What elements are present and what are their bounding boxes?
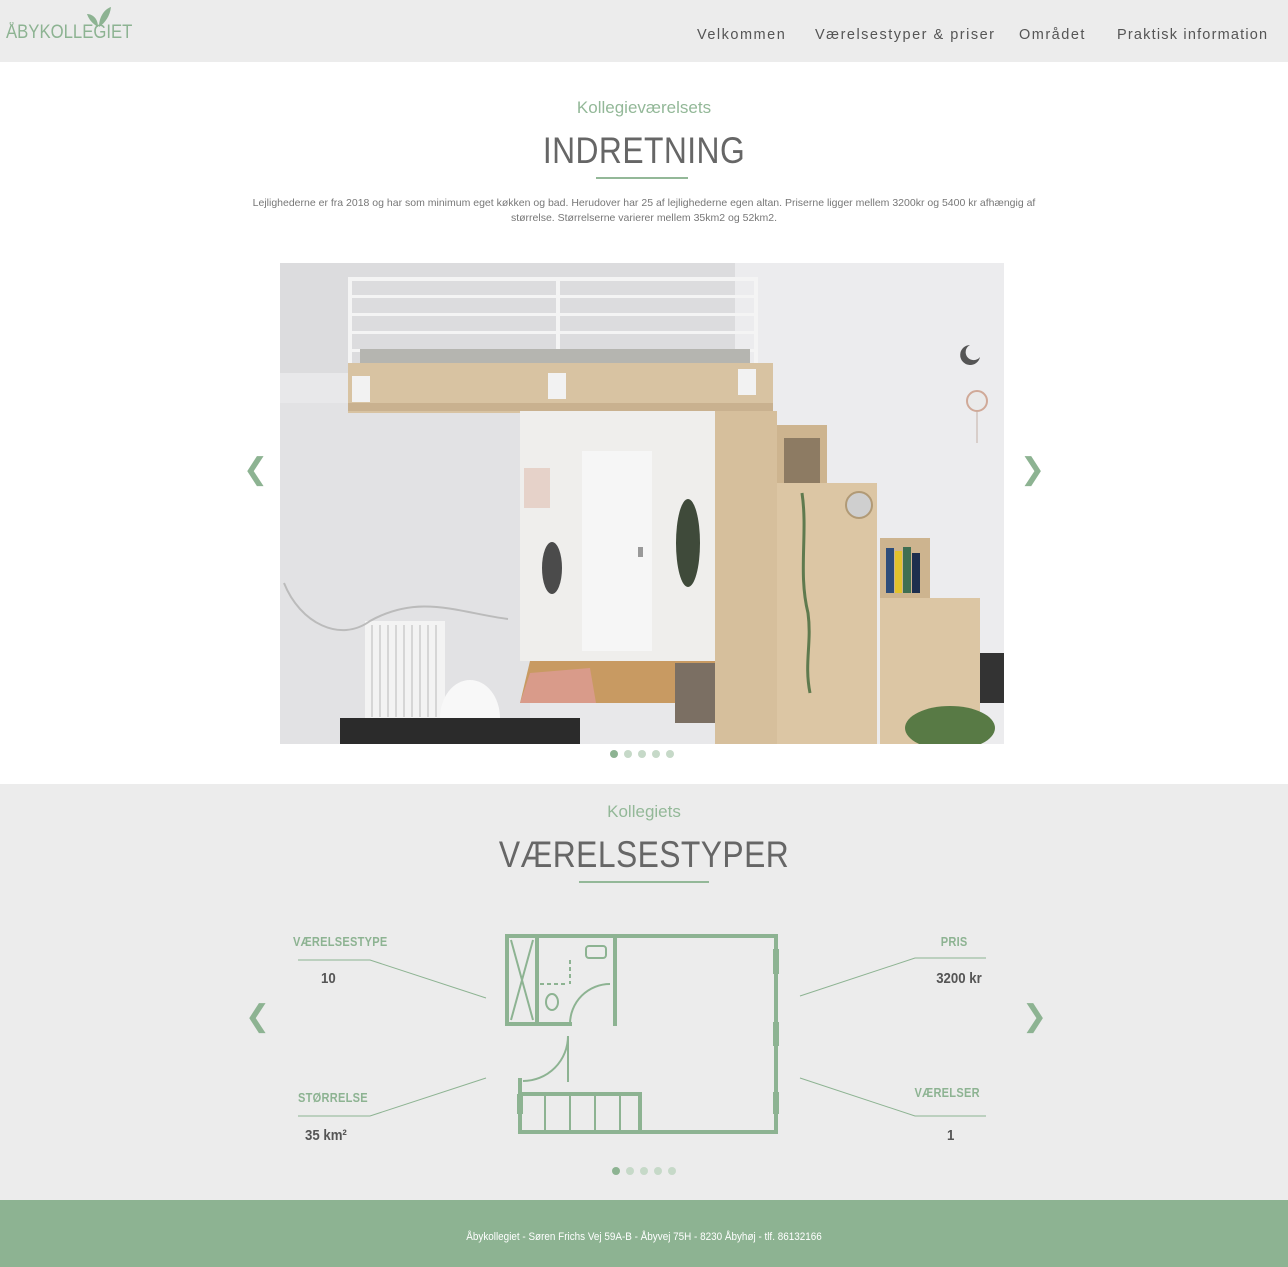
site-footer: Åbykollegiet - Søren Frichs Vej 59A-B - … bbox=[0, 1200, 1288, 1267]
logo[interactable]: ÅBYKOLLEGIET bbox=[6, 4, 132, 48]
size-label: STØRRELSE bbox=[298, 1090, 368, 1105]
room-type-label: VÆRELSESTYPE bbox=[293, 934, 388, 949]
carousel-dots bbox=[610, 750, 674, 758]
roomtype-dot-1[interactable] bbox=[612, 1167, 620, 1175]
rooms-label: VÆRELSER bbox=[914, 1085, 980, 1100]
carousel-dot-3[interactable] bbox=[638, 750, 646, 758]
room-types-section: Kollegiets VÆRELSESTYPER ❮ ❯ VÆRELSESTYP… bbox=[0, 784, 1288, 1200]
footer-contact: Åbykollegiet - Søren Frichs Vej 59A-B - … bbox=[466, 1231, 822, 1243]
price-value: 3200 kr bbox=[936, 970, 982, 987]
carousel-dot-2[interactable] bbox=[624, 750, 632, 758]
interior-title: INDRETNING bbox=[542, 130, 746, 171]
logo-text: ÅBYKOLLEGIET bbox=[6, 22, 133, 43]
roomtype-prev-arrow[interactable]: ❮ bbox=[245, 1002, 270, 1032]
roomtype-dot-5[interactable] bbox=[668, 1167, 676, 1175]
interior-subtitle: Kollegieværelsets bbox=[576, 98, 712, 117]
nav-vaerelsestyper[interactable]: Værelsestyper & priser bbox=[815, 27, 995, 43]
price-label: PRIS bbox=[941, 934, 968, 949]
site-header: ÅBYKOLLEGIET Velkommen Værelsestyper & p… bbox=[0, 0, 1288, 62]
room-photo bbox=[280, 263, 1004, 744]
carousel-prev-arrow[interactable]: ❮ bbox=[243, 455, 268, 485]
floor-plan bbox=[298, 934, 986, 1134]
carousel-dot-5[interactable] bbox=[666, 750, 674, 758]
carousel-dot-4[interactable] bbox=[652, 750, 660, 758]
interior-description: Lejlighederne er fra 2018 og har som min… bbox=[252, 197, 1036, 224]
title-divider bbox=[596, 177, 688, 179]
rooms-value: 1 bbox=[946, 1127, 954, 1144]
roomtype-dot-2[interactable] bbox=[626, 1167, 634, 1175]
roomtype-dots bbox=[612, 1167, 676, 1175]
roomtype-next-arrow[interactable]: ❯ bbox=[1022, 1002, 1047, 1032]
nav-praktisk-information[interactable]: Praktisk information bbox=[1117, 27, 1268, 43]
nav-omraadet[interactable]: Området bbox=[1019, 27, 1086, 43]
size-value: 35 km² bbox=[305, 1127, 347, 1144]
nav-velkommen[interactable]: Velkommen bbox=[697, 27, 786, 43]
roomtype-dot-4[interactable] bbox=[654, 1167, 662, 1175]
room-type-value: 10 bbox=[321, 970, 336, 987]
carousel-dot-1[interactable] bbox=[610, 750, 618, 758]
roomtype-dot-3[interactable] bbox=[640, 1167, 648, 1175]
carousel-next-arrow[interactable]: ❯ bbox=[1020, 455, 1045, 485]
